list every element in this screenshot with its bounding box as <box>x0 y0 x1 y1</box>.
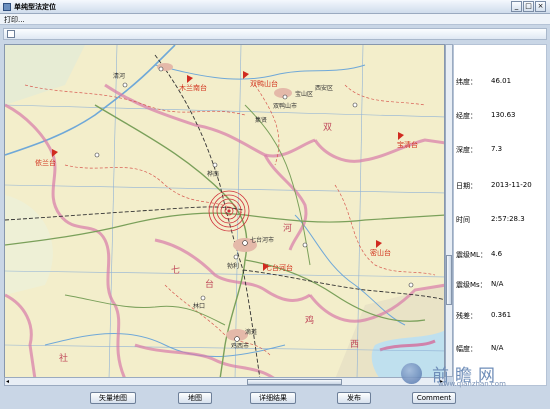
magnitude-value: N/A <box>491 344 504 352</box>
watermark-logo-icon <box>401 363 422 384</box>
region-label: 河 <box>283 224 293 234</box>
app-icon <box>3 3 11 11</box>
menu-bar: 打印... <box>0 14 550 25</box>
city-label: 双鸭山市 <box>273 103 298 110</box>
vector-map-button[interactable]: 矢量地图 <box>90 392 136 404</box>
title-bar: 单纯型法定位 _ □ × <box>0 0 550 14</box>
latitude-value: 46.01 <box>491 77 512 85</box>
depth-value: 7.3 <box>491 145 503 153</box>
map-vertical-scrollbar[interactable] <box>445 44 453 377</box>
details-button[interactable]: 详细结果 <box>250 392 296 404</box>
minimize-button[interactable]: _ <box>511 1 522 12</box>
depth-label: 深度： <box>456 146 477 154</box>
time-value: 2:57:28.3 <box>491 215 525 223</box>
city-label: 鸡西市 <box>231 343 250 350</box>
close-button[interactable]: × <box>535 1 546 12</box>
button-bar: 矢量地图 地图 详细结果 发布 Comment <box>0 389 550 409</box>
region-label: 双 <box>323 123 333 133</box>
ms-label: 震级Ms： <box>456 281 487 289</box>
map-horizontal-scrollbar[interactable]: ◂ ▸ <box>4 377 445 386</box>
date-value: 2013-11-20 <box>491 181 532 189</box>
publish-button[interactable]: 发布 <box>337 392 371 404</box>
time-label: 时间 <box>456 216 470 224</box>
menu-item-print[interactable]: 打印... <box>4 15 25 25</box>
watermark-url: www.qianzhan.com <box>438 380 506 388</box>
city-label: 桦南 <box>207 171 220 178</box>
latitude-label: 纬度： <box>456 78 477 86</box>
magnitude-label: 幅度： <box>456 345 477 353</box>
vertical-scroll-thumb[interactable] <box>446 255 452 305</box>
station-label: 七台河台 <box>265 264 293 272</box>
station-label: 双鸭山台 <box>250 80 278 88</box>
maximize-button[interactable]: □ <box>523 1 534 12</box>
scroll-left-icon[interactable]: ◂ <box>6 378 9 385</box>
date-label: 日期： <box>456 182 477 190</box>
longitude-value: 130.63 <box>491 111 516 119</box>
ml-value: 4.6 <box>491 250 503 258</box>
map-view[interactable]: 木兰南台 双鸭山台 依兰台 宝清台 七台河台 密山台 七台河市 勃利 林口 鸡西… <box>4 44 445 378</box>
station-label: 木兰南台 <box>179 84 207 92</box>
region-label: 西 <box>350 340 360 350</box>
ml-label: 震级ML： <box>456 251 487 259</box>
region-label: 台 <box>205 280 215 290</box>
region-label: 社 <box>59 354 69 364</box>
map-button[interactable]: 地图 <box>178 392 212 404</box>
city-label: 勃利 <box>227 263 240 270</box>
station-label: 依兰台 <box>35 159 56 167</box>
station-label: 宝清台 <box>397 141 418 149</box>
residual-label: 残差： <box>456 312 477 320</box>
ms-value: N/A <box>491 280 504 288</box>
residual-value: 0.361 <box>491 311 512 319</box>
map-canvas <box>5 45 444 377</box>
city-label: 林口 <box>193 303 206 310</box>
city-label: 西安区 <box>315 85 334 92</box>
watermark: 前瞻网 www.qianzhan.com <box>394 359 550 389</box>
region-label: 鸡 <box>305 316 315 326</box>
horizontal-scroll-thumb[interactable] <box>247 379 342 385</box>
toolbar-toggle-icon[interactable] <box>7 30 15 38</box>
comment-button[interactable]: Comment <box>412 392 456 404</box>
region-label: 七 <box>171 266 181 276</box>
station-label: 密山台 <box>370 249 391 257</box>
toolbar <box>3 28 547 40</box>
city-label: 宝山区 <box>295 91 314 98</box>
city-label: 七台河市 <box>250 237 275 244</box>
location-info-panel: 纬度： 46.01 经度： 130.63 深度： 7.3 日期： 2013-11… <box>453 44 547 386</box>
city-label: 清河 <box>113 73 126 80</box>
window-title: 单纯型法定位 <box>14 3 56 11</box>
longitude-label: 经度： <box>456 112 477 120</box>
city-label: 滴道 <box>245 329 258 336</box>
city-label: 集贤 <box>255 117 268 124</box>
